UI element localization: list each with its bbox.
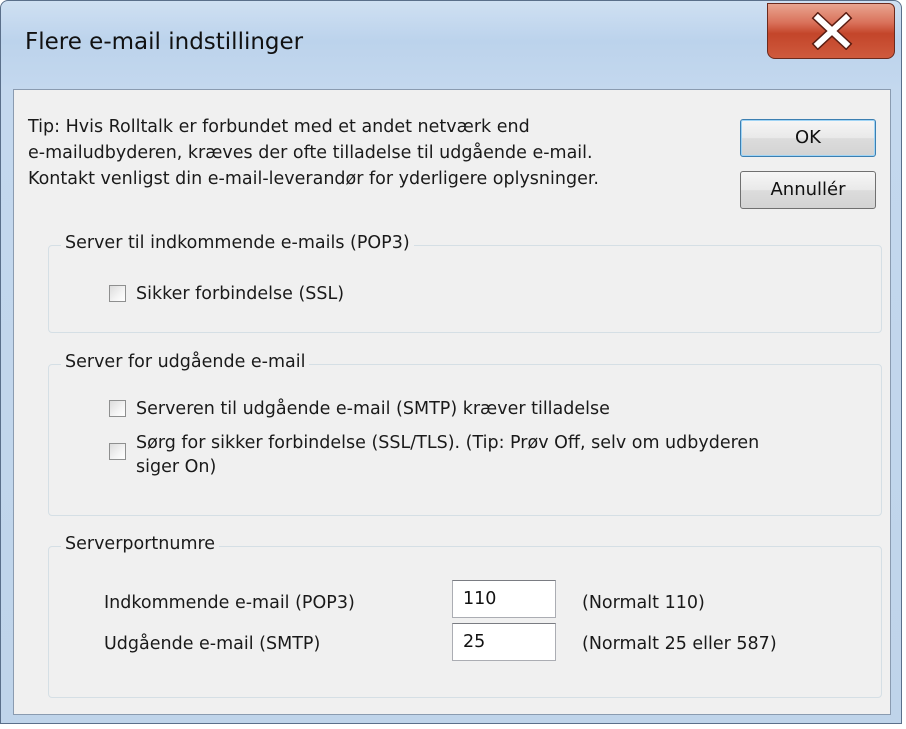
tip-line-1: Tip: Hvis Rolltalk er forbundet med et a… (28, 117, 530, 137)
dialog-body: Tip: Hvis Rolltalk er forbundet med et a… (13, 89, 891, 715)
incoming-ssl-checkbox[interactable] (109, 285, 126, 302)
server-ports-legend: Serverportnumre (61, 534, 220, 554)
smtp-auth-checkbox[interactable] (109, 400, 126, 417)
secure-tls-checkbox[interactable] (109, 443, 126, 460)
tip-line-3: Kontakt venligst din e-mail-leverandør f… (28, 169, 599, 189)
incoming-server-group: Server til indkommende e-mails (POP3) Si… (48, 233, 882, 333)
incoming-port-hint: (Normalt 110) (582, 593, 705, 613)
outgoing-port-hint: (Normalt 25 eller 587) (582, 634, 777, 654)
secure-tls-label-line-1[interactable]: Sørg for sikker forbindelse (SSL/TLS). (… (136, 431, 759, 455)
cancel-button[interactable]: Annullér (740, 171, 876, 209)
tip-line-2: e-mailudbyderen, kræves der ofte tillade… (28, 143, 593, 163)
secure-tls-label-line-2[interactable]: siger On) (136, 455, 216, 479)
incoming-port-label: Indkommende e-mail (POP3) (104, 593, 355, 613)
window-title: Flere e-mail indstillinger (25, 29, 304, 55)
tip-text: Tip: Hvis Rolltalk er forbundet med et a… (28, 114, 599, 192)
smtp-auth-label[interactable]: Serveren til udgående e-mail (SMTP) kræv… (136, 397, 610, 421)
server-ports-group: Serverportnumre Indkommende e-mail (POP3… (48, 534, 882, 698)
incoming-ssl-label[interactable]: Sikker forbindelse (SSL) (136, 282, 344, 306)
outgoing-server-group: Server for udgående e-mail Serveren til … (48, 352, 882, 516)
outgoing-port-label: Udgående e-mail (SMTP) (104, 634, 321, 654)
incoming-server-legend: Server til indkommende e-mails (POP3) (61, 233, 414, 253)
close-button[interactable] (767, 3, 895, 59)
ok-button[interactable]: OK (740, 119, 876, 157)
outgoing-port-input[interactable] (452, 623, 556, 661)
outgoing-server-legend: Server for udgående e-mail (61, 352, 310, 372)
dialog-window: Flere e-mail indstillinger Tip: Hvis Rol… (0, 0, 902, 724)
incoming-port-input[interactable] (452, 580, 556, 618)
close-icon (811, 12, 853, 50)
title-bar[interactable]: Flere e-mail indstillinger (1, 1, 901, 89)
